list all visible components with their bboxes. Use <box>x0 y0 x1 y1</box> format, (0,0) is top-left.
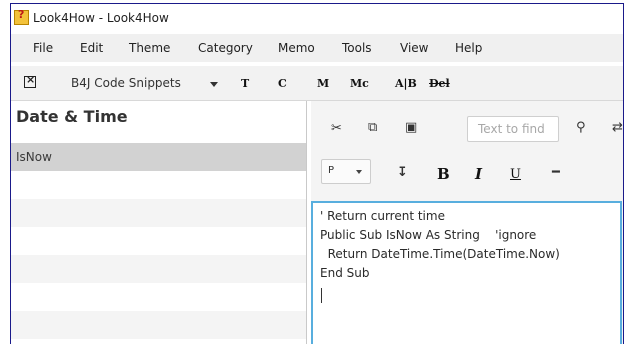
copy-icon[interactable]: ⧉ <box>368 120 377 135</box>
code-line: End Sub <box>320 266 370 280</box>
search-icon[interactable]: ⚲ <box>576 120 586 135</box>
paste-icon[interactable]: ▣ <box>405 120 417 135</box>
toolbar-button-c[interactable]: C <box>278 77 287 90</box>
menu-edit[interactable]: Edit <box>80 41 103 55</box>
app-logo-icon <box>14 8 29 25</box>
list-row-empty <box>11 227 306 255</box>
paragraph-style-value: P <box>328 165 335 176</box>
title-bar: Look4How - Look4How <box>11 4 623 32</box>
main-toolbar: B4J Code Snippets T C M Mc A|B Del <box>11 66 623 101</box>
italic-button[interactable]: I <box>475 165 482 183</box>
toolbar-button-t[interactable]: T <box>241 77 249 90</box>
bold-button[interactable]: B <box>437 165 450 183</box>
list-row-empty <box>11 199 306 227</box>
menu-tools[interactable]: Tools <box>342 41 372 55</box>
category-title: Date & Time <box>16 107 128 126</box>
underline-button[interactable]: U <box>510 167 521 182</box>
paragraph-style-select[interactable]: P <box>321 159 371 184</box>
list-item-label: IsNow <box>16 150 52 164</box>
menu-theme[interactable]: Theme <box>129 41 170 55</box>
toolbar-button-mc[interactable]: Mc <box>350 77 369 90</box>
code-line: ' Return current time <box>320 209 445 223</box>
indent-arrow-icon[interactable]: ↧ <box>397 165 408 180</box>
menu-help[interactable]: Help <box>455 41 482 55</box>
code-editor[interactable]: ' Return current time Public Sub IsNow A… <box>311 201 622 344</box>
cut-icon[interactable]: ✂ <box>331 121 342 136</box>
editor-toolbar: ✂ ⧉ ▣ Text to find ⚲ ⇄ <box>311 101 623 145</box>
toolbar-button-ab[interactable]: A|B <box>395 77 417 90</box>
text-cursor <box>321 288 322 303</box>
list-row-empty <box>11 311 306 339</box>
sidebar: Date & Time IsNow <box>11 101 307 344</box>
close-box-icon[interactable] <box>24 73 36 88</box>
list-item[interactable]: IsNow <box>11 143 306 171</box>
list-row-empty <box>11 171 306 199</box>
code-line: Public Sub IsNow As String 'ignore <box>320 228 537 242</box>
code-line: Return DateTime.Time(DateTime.Now) <box>320 247 560 261</box>
menu-view[interactable]: View <box>400 41 428 55</box>
menu-memo[interactable]: Memo <box>278 41 315 55</box>
list-row-empty <box>11 255 306 283</box>
list-row-empty <box>11 283 306 311</box>
menu-category[interactable]: Category <box>198 41 253 55</box>
app-window: Look4How - Look4How File Edit Theme Cate… <box>10 3 624 344</box>
collection-select[interactable]: B4J Code Snippets <box>71 76 181 90</box>
horizontal-rule-icon[interactable]: ━ <box>552 165 560 180</box>
window-title: Look4How - Look4How <box>33 11 169 25</box>
menu-bar: File Edit Theme Category Memo Tools View… <box>11 34 623 62</box>
toolbar-button-m[interactable]: M <box>317 77 329 90</box>
toolbar-button-del[interactable]: Del <box>429 77 450 90</box>
replace-icon[interactable]: ⇄ <box>612 120 623 135</box>
find-input[interactable]: Text to find <box>467 116 559 142</box>
chevron-down-icon <box>356 170 362 174</box>
menu-file[interactable]: File <box>33 41 53 55</box>
collection-dropdown-icon[interactable] <box>210 82 218 87</box>
